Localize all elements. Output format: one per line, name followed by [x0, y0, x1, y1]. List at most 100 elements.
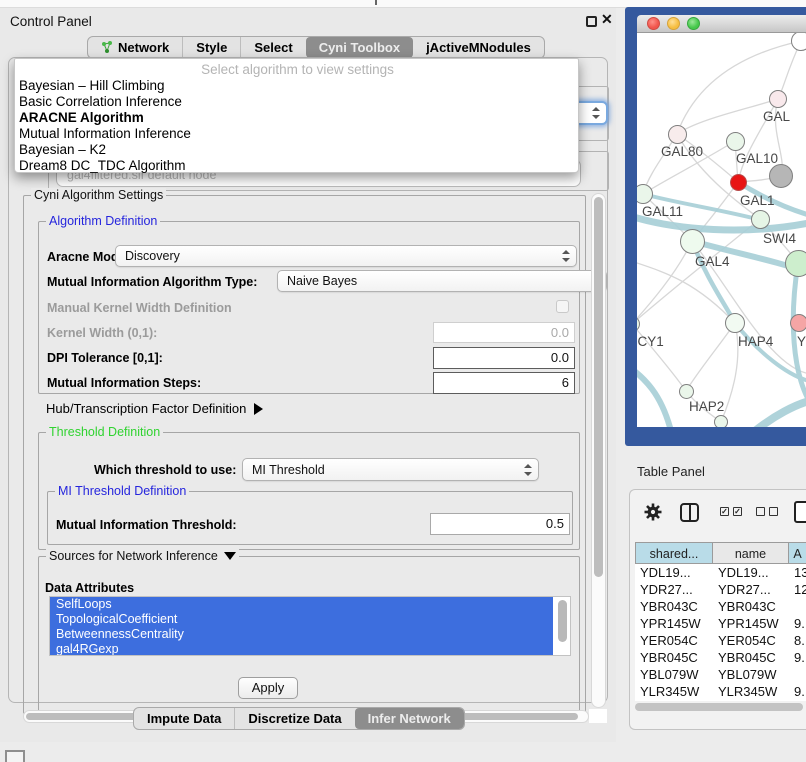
network-window-titlebar[interactable]	[637, 15, 806, 33]
attribute-list-item[interactable]: SelfLoops	[50, 597, 553, 612]
algorithm-option[interactable]: Bayesian – K2	[15, 142, 580, 158]
table-row[interactable]: YLR345WYLR345W9.	[635, 683, 806, 700]
bottom-tab-impute-data[interactable]: Impute Data	[134, 708, 234, 729]
scrollbar-thumb[interactable]	[594, 197, 603, 577]
table-panel: ✓ ✓ shared...nameA YDL19...YDL19...13YDR…	[629, 489, 806, 730]
table-cell: YDR27...	[713, 581, 789, 598]
mi-threshold-field[interactable]: 0.5	[430, 513, 570, 535]
tab-jactivemnodules[interactable]: jActiveMNodules	[413, 37, 544, 58]
which-threshold-label: Which threshold to use:	[94, 463, 236, 477]
table-horizontal-scrollbar[interactable]	[635, 703, 806, 712]
network-node-gal1[interactable]	[730, 174, 747, 191]
table-row[interactable]: YDR27...YDR27...12	[635, 581, 806, 598]
manual-kernel-label: Manual Kernel Width Definition	[47, 301, 232, 315]
settings-vertical-scrollbar[interactable]	[591, 193, 606, 708]
data-attributes-list[interactable]: SelfLoopsTopologicalCoefficientBetweenne…	[49, 596, 571, 656]
bottom-tab-infer-network[interactable]: Infer Network	[355, 708, 464, 729]
select-all-checkbox-icon[interactable]: ✓	[733, 507, 742, 516]
algorithm-option[interactable]: Mutual Information Inference	[15, 126, 580, 142]
mi-type-combobox[interactable]: Naive Bayes	[277, 270, 607, 292]
network-node-gal[interactable]	[769, 90, 787, 108]
network-node[interactable]	[791, 33, 806, 51]
export-table-icon[interactable]	[794, 501, 806, 523]
tab-label: Infer Network	[368, 708, 451, 729]
minimize-traffic-light-icon[interactable]	[667, 17, 680, 30]
bottom-tab-discretize-data[interactable]: Discretize Data	[234, 708, 354, 729]
network-node-gal10[interactable]	[726, 132, 745, 151]
top-tick-mark	[375, 0, 377, 5]
algorithm-dropdown-popup: Select algorithm to view settings Bayesi…	[14, 58, 579, 173]
close-icon[interactable]: ✕	[601, 11, 613, 28]
mi-steps-value: 6	[562, 375, 569, 390]
manual-kernel-checkbox[interactable]	[556, 300, 569, 313]
algorithm-definition-title: Algorithm Definition	[46, 214, 160, 228]
network-node-hap2[interactable]	[679, 384, 694, 399]
gear-icon[interactable]	[643, 502, 663, 522]
scrollbar-thumb[interactable]	[635, 703, 803, 711]
which-threshold-combobox[interactable]: MI Threshold	[242, 458, 539, 481]
network-node-gal4[interactable]	[680, 229, 705, 254]
table-cell: YBR045C	[635, 649, 713, 666]
network-view-frame[interactable]: GALGAL80GAL10GAL1GAL11SWI4GAL4GCY1HAP4YH…	[625, 7, 806, 446]
column-header-2[interactable]: A	[789, 543, 806, 563]
tab-cyni-toolbox[interactable]: Cyni Toolbox	[306, 37, 413, 58]
apply-button[interactable]: Apply	[238, 677, 298, 699]
table-row[interactable]: YBR045CYBR045C9.	[635, 649, 806, 666]
tab-label: Style	[196, 37, 227, 58]
network-node[interactable]	[769, 164, 793, 188]
network-node-hap4[interactable]	[725, 313, 745, 333]
table-cell: YBL079W	[635, 666, 713, 683]
node-label: HAP4	[738, 334, 773, 349]
float-window-icon[interactable]	[586, 16, 597, 27]
network-node-y[interactable]	[790, 314, 806, 332]
mi-type-value: Naive Bayes	[287, 274, 357, 288]
column-header-1[interactable]: name	[713, 543, 789, 563]
tab-network[interactable]: Network	[88, 37, 182, 58]
table-row[interactable]: YPR145WYPR145W9.	[635, 615, 806, 632]
algorithm-option[interactable]: ARACNE Algorithm	[15, 110, 580, 126]
table-cell: 8.	[789, 632, 806, 649]
network-node-gal80[interactable]	[668, 125, 687, 144]
tab-style[interactable]: Style	[182, 37, 240, 58]
table-row[interactable]: YER054CYER054C8.	[635, 632, 806, 649]
mi-threshold-value: 0.5	[546, 516, 564, 531]
dpi-tolerance-field[interactable]: 0.0	[433, 347, 575, 369]
attribute-list-item[interactable]: BetweennessCentrality	[50, 627, 553, 642]
algorithm-option[interactable]: Dream8 DC_TDC Algorithm	[15, 158, 580, 174]
deselect-all-checkbox-icon[interactable]	[769, 507, 778, 516]
column-header-0[interactable]: shared...	[635, 543, 713, 563]
network-node[interactable]	[785, 250, 806, 277]
node-label: GAL1	[740, 193, 775, 208]
aracne-mode-combobox[interactable]: Discovery	[115, 245, 577, 267]
sources-group-title[interactable]: Sources for Network Inference	[46, 549, 239, 563]
network-canvas[interactable]: GALGAL80GAL10GAL1GAL11SWI4GAL4GCY1HAP4YH…	[637, 33, 806, 427]
kernel-width-field[interactable]: 0.0	[433, 322, 575, 343]
list-scrollbar[interactable]	[558, 600, 567, 642]
table-toolbar: ✓ ✓	[630, 500, 806, 530]
popup-placeholder: Select algorithm to view settings	[15, 62, 580, 77]
table-row[interactable]: YBR043CYBR043C	[635, 598, 806, 615]
deselect-all-checkbox-icon[interactable]	[756, 507, 765, 516]
table-row[interactable]: YBL079WYBL079W	[635, 666, 806, 683]
mi-steps-field[interactable]: 6	[433, 372, 575, 394]
tab-label: Impute Data	[147, 708, 221, 729]
table-cell: YBR043C	[713, 598, 789, 615]
tab-select[interactable]: Select	[240, 37, 305, 58]
columns-icon[interactable]	[680, 503, 699, 522]
mi-threshold-group: MI Threshold Definition Mutual Informati…	[47, 491, 573, 545]
hub-definition-expander[interactable]: Hub/Transcription Factor Definition	[46, 401, 263, 416]
attribute-list-item[interactable]: gal4RGexp	[50, 642, 553, 656]
network-node[interactable]	[714, 415, 728, 427]
algorithm-option[interactable]: Basic Correlation Inference	[15, 94, 580, 110]
attribute-list-item[interactable]: TopologicalCoefficient	[50, 612, 553, 627]
network-node-swi4[interactable]	[751, 210, 770, 229]
minimized-panel-icon[interactable]	[5, 750, 25, 762]
zoom-traffic-light-icon[interactable]	[687, 17, 700, 30]
algorithm-option[interactable]: Bayesian – Hill Climbing	[15, 78, 580, 94]
table-row[interactable]: YDL19...YDL19...13	[635, 564, 806, 581]
table-cell: YER054C	[635, 632, 713, 649]
settings-scrollpane: Cyni Algorithm Settings Algorithm Defini…	[15, 191, 603, 667]
select-all-checkbox-icon[interactable]: ✓	[720, 507, 729, 516]
close-traffic-light-icon[interactable]	[647, 17, 660, 30]
table-row[interactable]: YIL052CYIL052C9	[635, 700, 806, 701]
